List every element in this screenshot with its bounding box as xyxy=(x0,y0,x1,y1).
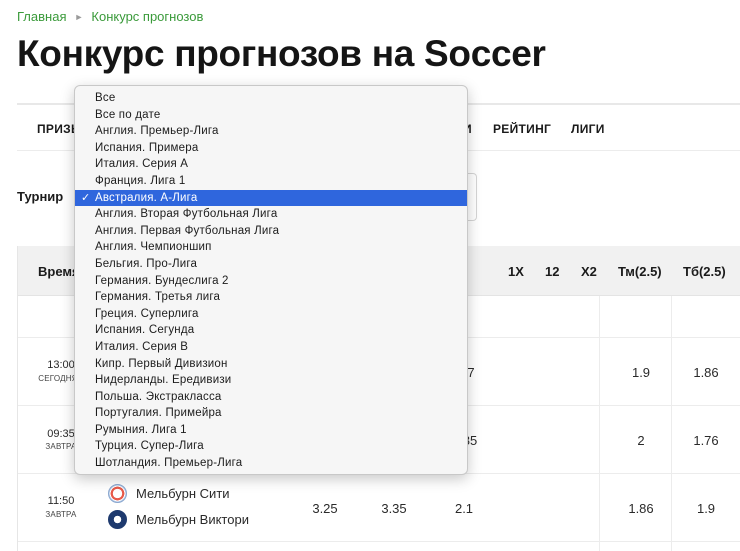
dropdown-option[interactable]: Греция. Суперлига xyxy=(75,306,467,323)
match-time: 11:50 xyxy=(47,495,75,507)
match-date: СЕГОДНЯ xyxy=(38,374,78,383)
breadcrumb-current-link[interactable]: Конкурс прогнозов xyxy=(91,9,203,24)
row-divider xyxy=(18,541,740,542)
dropdown-option-label: Испания. Примера xyxy=(95,141,199,154)
match-date: ЗАВТРА xyxy=(45,442,77,451)
dropdown-option-label: Италия. Серия А xyxy=(95,158,189,171)
dropdown-option-label: Германия. Третья лига xyxy=(95,291,221,304)
header-1x: 1X xyxy=(508,264,524,279)
dropdown-option[interactable]: Франция. Лига 1 xyxy=(75,173,467,190)
odd-over-cell[interactable]: 1.86 xyxy=(693,365,718,380)
dropdown-option[interactable]: Испания. Сегунда xyxy=(75,322,467,339)
dropdown-option[interactable]: Нидерланды. Ередивизи xyxy=(75,372,467,389)
dropdown-option-label: Англия. Чемпионшип xyxy=(95,241,212,254)
away-team[interactable]: Мельбурн Виктори xyxy=(108,510,249,529)
dropdown-option[interactable]: ✓ Австралия. А-Лига xyxy=(75,189,467,207)
dropdown-option[interactable]: Германия. Бундеслига 2 xyxy=(75,273,467,290)
header-x2: X2 xyxy=(581,264,597,279)
match-date: ЗАВТРА xyxy=(45,510,77,519)
dropdown-option[interactable]: Все по дате xyxy=(75,107,467,124)
dropdown-option[interactable]: Турция. Супер-Лига xyxy=(75,438,467,455)
dropdown-option[interactable]: Италия. Серия В xyxy=(75,339,467,356)
melbourne-victory-logo-icon xyxy=(108,510,127,529)
dropdown-option[interactable]: Шотландия. Премьер-Лига xyxy=(75,455,467,472)
home-team[interactable]: Мельбурн Сити xyxy=(108,484,230,503)
dropdown-option-label: Греция. Суперлига xyxy=(95,307,199,320)
tournament-label: Турнир xyxy=(17,189,64,204)
odd-under-cell[interactable]: 1.9 xyxy=(632,365,650,380)
header-under-2-5: Тм(2.5) xyxy=(618,264,662,279)
dropdown-option[interactable]: Англия. Первая Футбольная Лига xyxy=(75,223,467,240)
dropdown-option-label: Италия. Серия В xyxy=(95,340,189,353)
dropdown-option[interactable]: Англия. Премьер-Лига xyxy=(75,123,467,140)
odd-cell[interactable]: 7 xyxy=(467,365,474,380)
dropdown-option[interactable]: Италия. Серия А xyxy=(75,156,467,173)
breadcrumb-home-link[interactable]: Главная xyxy=(17,9,66,24)
dropdown-option-label: Португалия. Примейра xyxy=(95,407,222,420)
dropdown-option[interactable]: Англия. Вторая Футбольная Лига xyxy=(75,206,467,223)
match-time: 13:00 xyxy=(47,359,75,371)
dropdown-option-label: Кипр. Первый Дивизион xyxy=(95,357,228,370)
dropdown-option-label: Турция. Супер-Лига xyxy=(95,440,204,453)
page-title: Конкурс прогнозов на Soccer xyxy=(17,33,546,74)
dropdown-option-label: Англия. Премьер-Лига xyxy=(95,125,219,138)
home-team-name: Мельбурн Сити xyxy=(136,486,230,501)
dropdown-option-label: Бельгия. Про-Лига xyxy=(95,257,198,270)
odd-1-cell[interactable]: 3.25 xyxy=(312,501,337,516)
dropdown-option-label: Все по дате xyxy=(95,108,161,121)
nav-item-leagues[interactable]: ЛИГИ xyxy=(571,122,605,136)
breadcrumb-separator-icon: ► xyxy=(74,11,84,22)
dropdown-option-label: Англия. Первая Футбольная Лига xyxy=(95,224,280,237)
dropdown-option[interactable]: Бельгия. Про-Лига xyxy=(75,256,467,273)
dropdown-option-label: Румыния. Лига 1 xyxy=(95,423,187,436)
column-divider xyxy=(671,296,672,551)
dropdown-option-label: Испания. Сегунда xyxy=(95,324,195,337)
dropdown-option[interactable]: Румыния. Лига 1 xyxy=(75,422,467,439)
header-12: 12 xyxy=(545,264,560,279)
odd-under-cell[interactable]: 1.86 xyxy=(628,501,653,516)
tournament-dropdown-list[interactable]: Все Все по дате Англия. Премьер-Лига Испани… xyxy=(74,85,468,475)
dropdown-option[interactable]: Кипр. Первый Дивизион xyxy=(75,356,467,373)
checkmark-icon: ✓ xyxy=(81,191,91,204)
odd-over-cell[interactable]: 1.76 xyxy=(693,433,718,448)
dropdown-option[interactable]: Германия. Третья лига xyxy=(75,289,467,306)
dropdown-option[interactable]: Польша. Экстракласса xyxy=(75,389,467,406)
melbourne-city-logo-icon xyxy=(108,484,127,503)
odd-2-cell[interactable]: 2.1 xyxy=(455,501,473,516)
dropdown-option-label: Австралия. А-Лига xyxy=(95,191,198,204)
dropdown-option[interactable]: Англия. Чемпионшип xyxy=(75,239,467,256)
nav-item-rating[interactable]: РЕЙТИНГ xyxy=(493,122,551,136)
dropdown-option[interactable]: Все xyxy=(75,90,467,107)
dropdown-option[interactable]: Испания. Примера xyxy=(75,140,467,157)
odd-under-cell[interactable]: 2 xyxy=(637,433,644,448)
header-over-2-5: Тб(2.5) xyxy=(683,264,726,279)
match-time: 09:35 xyxy=(47,428,75,440)
column-divider xyxy=(599,296,600,551)
dropdown-option-label: Шотландия. Премьер-Лига xyxy=(95,457,243,470)
dropdown-option-label: Франция. Лига 1 xyxy=(95,174,186,187)
dropdown-option-label: Германия. Бундеслига 2 xyxy=(95,274,229,287)
breadcrumb: Главная ► Конкурс прогнозов xyxy=(17,9,203,24)
dropdown-option-label: Польша. Экстракласса xyxy=(95,390,222,403)
dropdown-option-label: Нидерланды. Ередивизи xyxy=(95,374,232,387)
away-team-name: Мельбурн Виктори xyxy=(136,512,249,527)
odd-x-cell[interactable]: 3.35 xyxy=(381,501,406,516)
dropdown-option[interactable]: Португалия. Примейра xyxy=(75,405,467,422)
dropdown-option-label: Англия. Вторая Футбольная Лига xyxy=(95,208,278,221)
odd-over-cell[interactable]: 1.9 xyxy=(697,501,715,516)
dropdown-option-label: Все xyxy=(95,92,116,104)
